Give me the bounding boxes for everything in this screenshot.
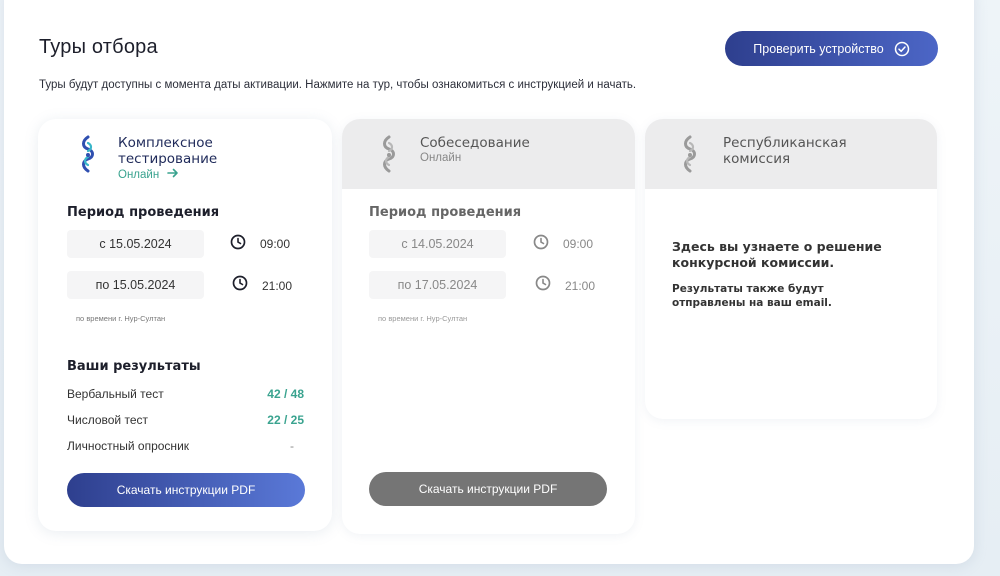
end-date: по 15.05.2024 [67,271,204,299]
tour-title: Республиканская комиссия [723,135,847,167]
results-email-note-line: отправлены на ваш email. [672,297,832,309]
result-value: 22 / 25 [267,413,304,427]
start-time: 09:00 [563,237,594,251]
result-label: Личностный опросник [67,439,190,453]
arrow-right-icon [167,168,179,178]
result-label: Вербальный тест [67,387,164,401]
period-title: Периoд проведения [67,205,220,220]
tour-title: Собеседование [420,135,530,151]
tour-card-republican-commission[interactable]: Республиканская комиссия Здесь вы узнает… [645,119,937,419]
clock-icon [232,275,248,291]
page-title: Туры отбора [39,36,158,58]
tour-card-complex-testing[interactable]: Комплексное тестирование Онлайн Периoд п… [38,119,332,531]
start-date: с 14.05.2024 [369,230,506,258]
end-date: по 17.05.2024 [369,271,506,299]
clock-icon [230,234,246,250]
check-circle-icon [894,41,909,56]
tour-status: Онлайн [420,152,462,164]
ornament-logo-icon [82,135,94,173]
download-pdf-button[interactable]: Скачать инструкции PDF [67,473,305,507]
tour-title-line: Комплексное [118,135,213,151]
tour-title-line: тестирование [118,151,218,167]
results-email-note-line: Результаты также будут [672,283,824,295]
download-pdf-button[interactable]: Скачать инструкции PDF [369,472,607,506]
verify-device-button[interactable]: Проверить устройство [725,31,938,66]
timezone-note: по времени г. Нур-Султан [76,314,166,323]
end-time: 21:00 [262,279,293,293]
tour-title: Комплексное тестирование [118,135,217,167]
verify-device-label: Проверить устройство [753,41,884,56]
commission-info-line: конкурсной комиссии. [672,255,835,270]
clock-icon [533,234,549,250]
results-title: Ваши результаты [67,359,201,374]
ornament-logo-icon [684,135,696,173]
result-value: - [290,439,294,453]
commission-info-line: Здесь вы узнаете о решение [672,239,882,254]
tour-status-label: Онлайн [118,169,160,181]
clock-icon [535,275,551,291]
tour-status[interactable]: Онлайн [118,168,179,181]
period-title: Период проведения [369,205,522,220]
tour-title-line: Республиканская [723,135,847,151]
page-subtitle: Туры будут доступны с момента даты актив… [39,79,637,91]
start-date: с 15.05.2024 [67,230,204,258]
results-email-note: Результаты также будут отправлены на ваш… [672,282,832,310]
start-time: 09:00 [260,237,291,251]
ornament-logo-icon [383,135,395,173]
end-time: 21:00 [565,279,596,293]
timezone-note: по времени г. Нур-Султан [378,314,468,323]
result-label: Числовой тест [67,413,148,427]
commission-info: Здесь вы узнаете о решение конкурсной ко… [672,239,882,271]
tour-card-interview[interactable]: Собеседование Онлайн Период проведения с… [342,119,635,534]
result-value: 42 / 48 [267,387,304,401]
tour-title-line: комиссия [723,151,791,167]
